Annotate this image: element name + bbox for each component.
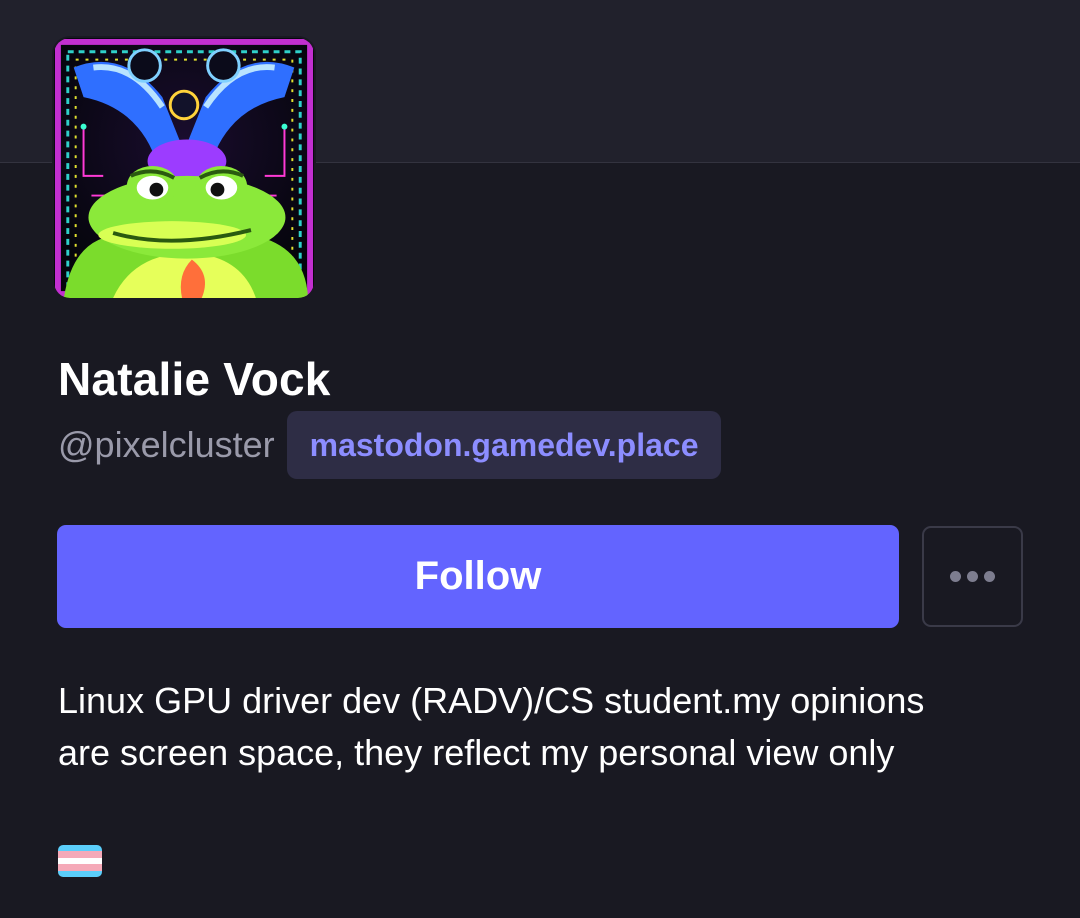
follow-button[interactable]: Follow: [57, 525, 899, 628]
avatar-image: [54, 38, 314, 298]
bio-line: are screen space, they reflect my person…: [58, 732, 895, 773]
bio-line: Linux GPU driver dev (RADV)/CS student.m…: [58, 680, 925, 721]
account-handle-row: @pixelcluster mastodon.gamedev.place: [58, 410, 722, 480]
transgender-flag-icon: [58, 845, 102, 877]
more-options-button[interactable]: [922, 526, 1023, 627]
display-name: Natalie Vock: [58, 353, 331, 405]
profile-bio: Linux GPU driver dev (RADV)/CS student.m…: [58, 675, 1038, 779]
profile-page: Natalie Vock @pixelcluster mastodon.game…: [0, 0, 1080, 918]
account-handle: @pixelcluster: [58, 424, 275, 465]
avatar[interactable]: [52, 36, 316, 300]
domain-badge[interactable]: mastodon.gamedev.place: [286, 411, 722, 479]
ellipsis-icon: [950, 571, 995, 582]
